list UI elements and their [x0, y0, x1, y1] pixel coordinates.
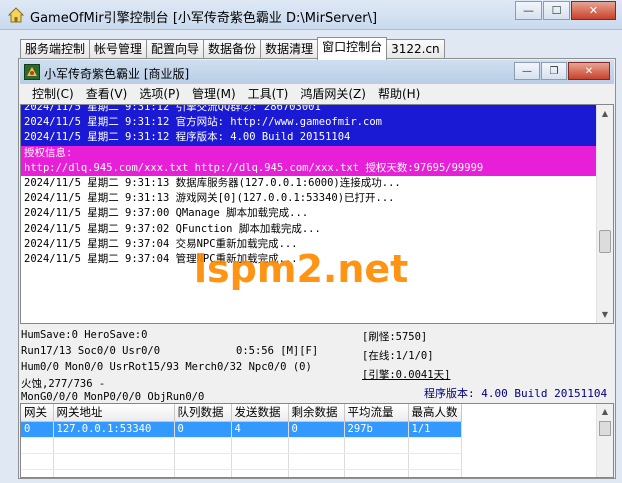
tab-server-control[interactable]: 服务端控制 [20, 39, 91, 60]
tab-3122cn[interactable]: 3122.cn [386, 39, 445, 60]
column-header[interactable]: 队列数据 [174, 404, 232, 422]
column-header[interactable]: 网关地址 [53, 404, 175, 422]
log-line: 2024/11/5 星期二 9:31:13 游戏网关[0](127.0.0.1:… [24, 192, 395, 205]
log-line: 2024/11/5 星期二 9:37:02 QFunction 脚本加载完成..… [24, 222, 321, 235]
table-row-empty [21, 469, 462, 477]
table-row[interactable]: 0 127.0.0.1:53340 0 4 0 297b 1/1 [21, 421, 462, 438]
tab-account-management[interactable]: 帐号管理 [89, 39, 148, 60]
table-cell: 4 [231, 421, 289, 438]
scroll-up-arrow-icon[interactable]: ▲ [597, 105, 613, 122]
table-cell: 297b [344, 421, 409, 438]
object-status: Hum0/0 Mon0/0 UsrRot15/93 Merch0/32 Npc0… [21, 361, 312, 373]
tab-config-wizard[interactable]: 配置向导 [146, 39, 205, 60]
log-line: http://dlq.945.com/xxx.txt http://dlq.94… [21, 160, 596, 176]
program-version: 程序版本: 4.00 Build 20151104 [424, 387, 608, 400]
tab-window-console[interactable]: 窗口控制台 [317, 37, 388, 60]
log-line: 2024/11/5 星期二 9:31:12 引擎交流QQ群②: 28670300… [21, 105, 596, 116]
log-scrollbar[interactable]: ▲ ▼ [596, 105, 613, 323]
menu-bar: 控制(C) 查看(V) 选项(P) 管理(M) 工具(T) 鸿盾网关(Z) 帮助… [20, 84, 614, 104]
table-row-empty [21, 437, 462, 454]
log-line: 2024/11/5 星期二 9:31:13 数据库服务器(127.0.0.1:6… [24, 176, 401, 189]
monster-status: MonG0/0/0 MonP0/0/0 ObjRun0/0 [21, 391, 205, 403]
close-button[interactable]: ✕ [571, 1, 616, 20]
menu-manage[interactable]: 管理(M) [186, 84, 242, 104]
run-status: Run17/13 Soc0/0 Usr0/0 [21, 345, 161, 357]
minimize-button[interactable]: — [515, 1, 542, 20]
menu-view[interactable]: 查看(V) [80, 84, 134, 104]
scroll-up-arrow-icon[interactable]: ▲ [597, 404, 613, 420]
tab-data-cleanup[interactable]: 数据清理 [260, 39, 319, 60]
save-status: HumSave:0 HeroSave:0 [21, 329, 148, 341]
menu-control[interactable]: 控制(C) [26, 84, 80, 104]
log-panel[interactable]: 2024/11/5 星期二 9:31:12 引擎交流QQ群②: 28670300… [20, 104, 614, 324]
engine-status: [引擎:0.0041天] [362, 369, 451, 381]
inner-window-titlebar[interactable]: 小军传奇紫色霸业 [商业版] — ❐ ✕ [20, 60, 614, 84]
column-header[interactable]: 剩余数据 [288, 404, 345, 422]
tab-bar: 服务端控制 帐号管理 配置向导 数据备份 数据清理 窗口控制台 3122.cn [20, 37, 445, 60]
map-status: 火蚀,277/736 - [21, 378, 106, 390]
column-header[interactable]: 发送数据 [231, 404, 289, 422]
gateway-table-panel[interactable]: 网关 网关地址 队列数据 发送数据 剩余数据 平均流量 最高人数 0 127.0… [20, 403, 614, 478]
tab-panel: 小军传奇紫色霸业 [商业版] — ❐ ✕ 控制(C) 查看(V) 选项(P) 管… [18, 58, 616, 479]
online-status: [在线:1/1/0] [362, 350, 434, 362]
refresh-monster-status: [刷怪:5750] [362, 331, 428, 343]
log-scroll-thumb[interactable] [599, 230, 611, 253]
column-header[interactable]: 最高人数 [408, 404, 462, 422]
inner-window-title: 小军传奇紫色霸业 [商业版] [44, 67, 190, 81]
watermark: lspm2.net [194, 247, 409, 291]
log-line: 2024/11/5 星期二 9:37:00 QManage 脚本加载完成... [24, 207, 309, 220]
menu-tools[interactable]: 工具(T) [242, 84, 295, 104]
inner-minimize-button[interactable]: — [514, 62, 540, 80]
inner-close-button[interactable]: ✕ [568, 62, 610, 80]
home-icon [8, 7, 24, 23]
table-cell: 0 [21, 421, 54, 438]
column-header[interactable]: 平均流量 [344, 404, 409, 422]
table-scroll-thumb[interactable] [599, 421, 611, 436]
app-logo-icon [24, 64, 40, 80]
menu-gateway[interactable]: 鸿盾网关(Z) [294, 84, 372, 104]
menu-help[interactable]: 帮助(H) [372, 84, 426, 104]
gateway-table: 网关 网关地址 队列数据 发送数据 剩余数据 平均流量 最高人数 0 127.0… [21, 404, 462, 477]
menu-options[interactable]: 选项(P) [133, 84, 186, 104]
window-body: 服务端控制 帐号管理 配置向导 数据备份 数据清理 窗口控制台 3122.cn … [0, 30, 622, 483]
table-cell: 1/1 [408, 421, 462, 438]
log-line: 2024/11/5 星期二 9:31:12 程序版本: 4.00 Build 2… [21, 130, 596, 146]
window-titlebar[interactable]: GameOfMir引擎控制台 [小军传奇紫色霸业 D:\MirServer\] … [0, 0, 622, 30]
log-line: 2024/11/5 星期二 9:31:12 官方网站: http://www.g… [21, 115, 596, 131]
maximize-button[interactable]: ☐ [543, 1, 570, 20]
log-line: 授权信息: [21, 145, 596, 161]
log-list: 2024/11/5 星期二 9:31:12 引擎交流QQ群②: 28670300… [21, 105, 596, 267]
status-panel: HumSave:0 HeroSave:0 Run17/13 Soc0/0 Usr… [20, 325, 614, 403]
inner-restore-button[interactable]: ❐ [541, 62, 567, 80]
table-header-row: 网关 网关地址 队列数据 发送数据 剩余数据 平均流量 最高人数 [21, 404, 462, 422]
table-cell: 0 [288, 421, 345, 438]
scroll-down-arrow-icon[interactable]: ▼ [597, 306, 613, 323]
column-header[interactable]: 网关 [21, 404, 54, 422]
table-cell: 0 [174, 421, 232, 438]
tab-data-backup[interactable]: 数据备份 [203, 39, 262, 60]
table-row-empty [21, 453, 462, 470]
table-cell: 127.0.0.1:53340 [53, 421, 175, 438]
window-title: GameOfMir引擎控制台 [小军传奇紫色霸业 D:\MirServer\] [30, 11, 378, 26]
runtime-status: 0:5:56 [M][F] [236, 345, 319, 357]
table-scrollbar[interactable]: ▲ [596, 404, 613, 477]
